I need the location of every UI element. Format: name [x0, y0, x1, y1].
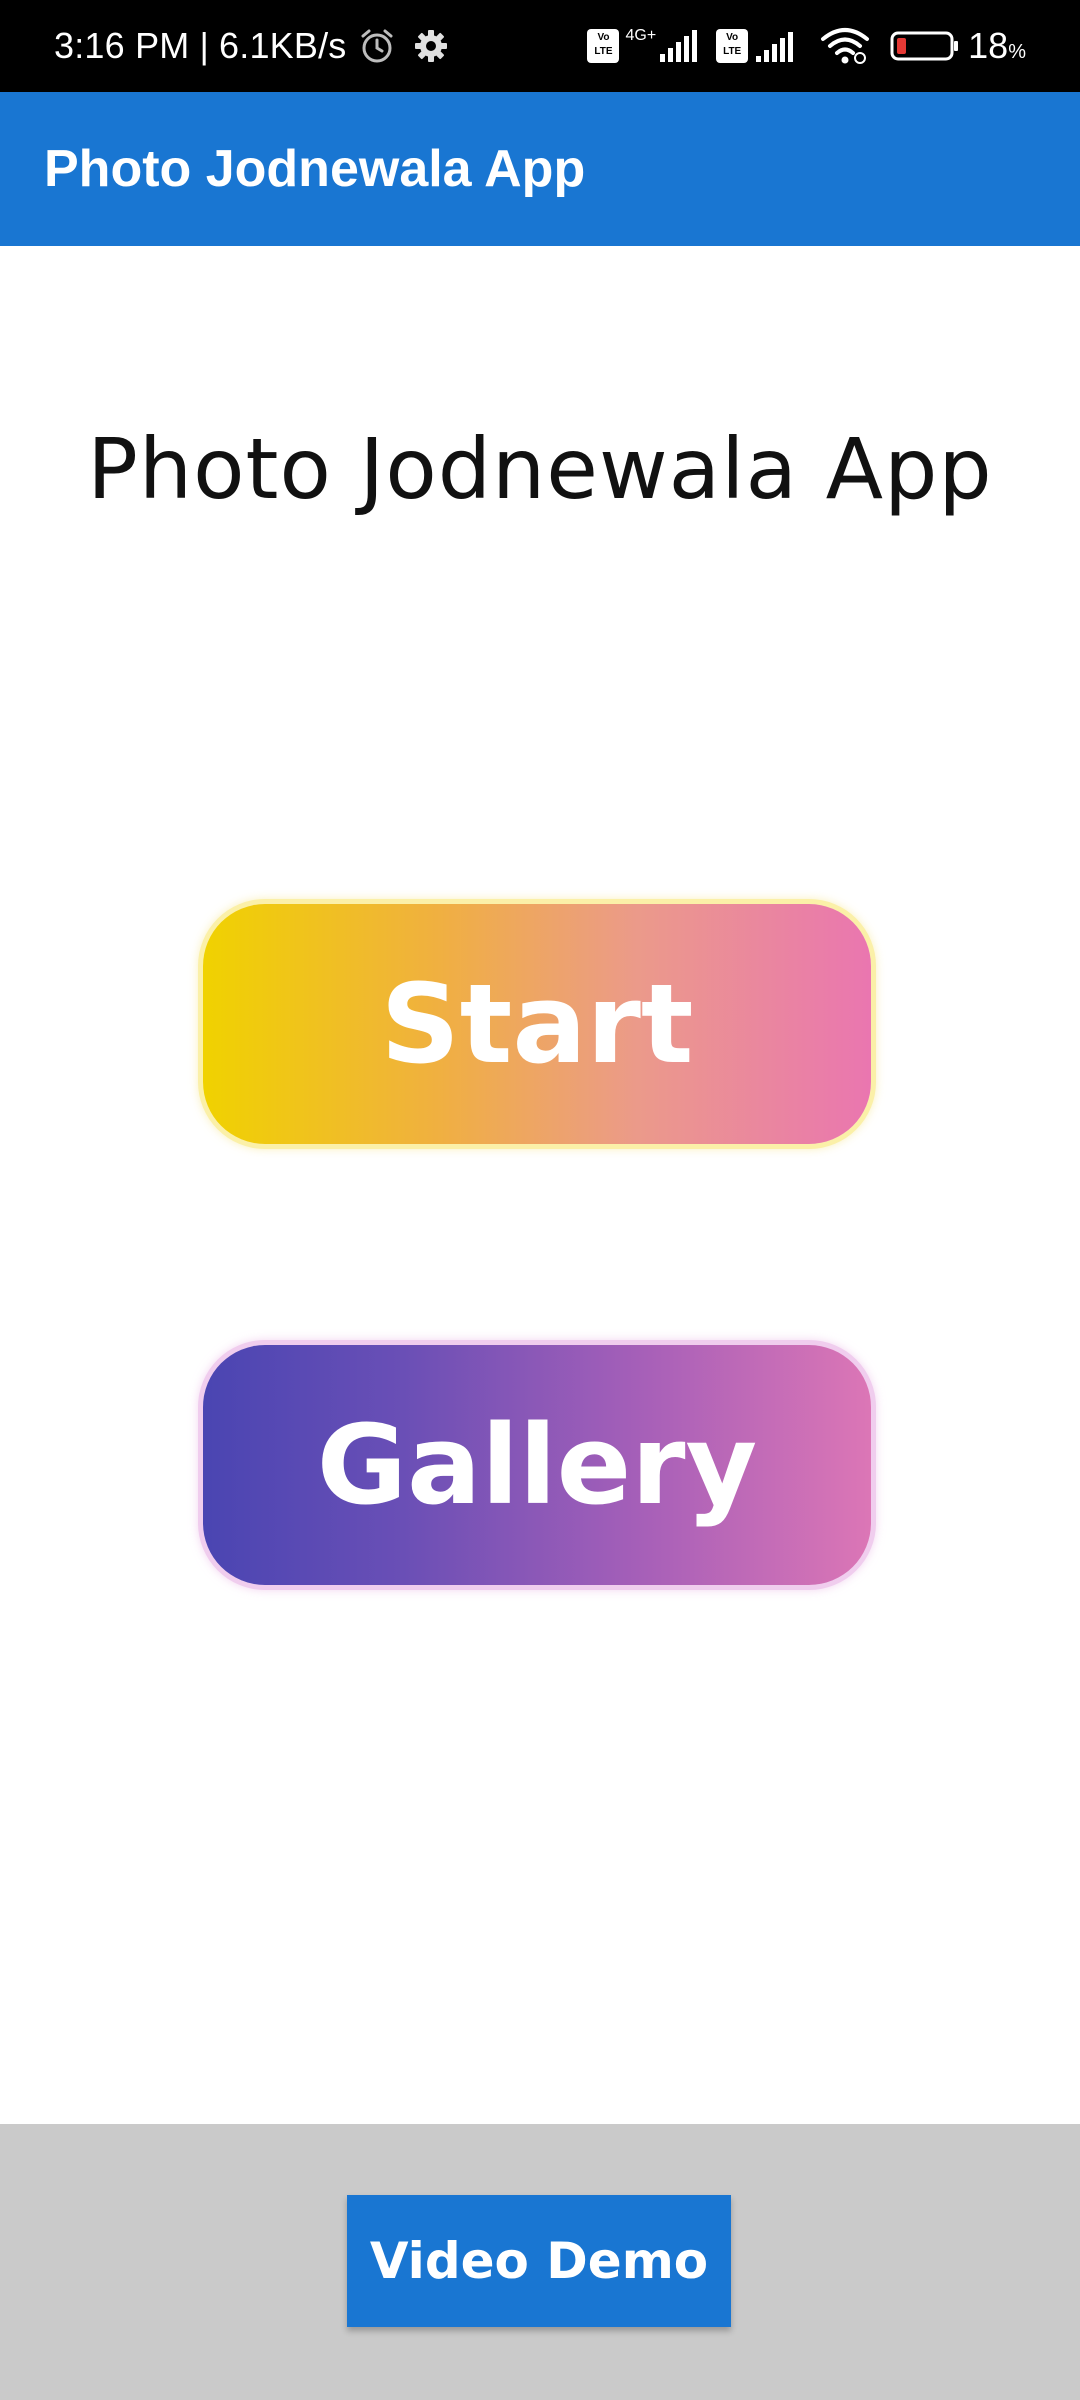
volte-badge-sim1: Vo LTE	[587, 29, 620, 63]
network-speed: 6.1KB/s	[219, 25, 347, 66]
video-demo-button[interactable]: Video Demo	[347, 2195, 731, 2327]
page-title: Photo Jodnewala App	[87, 420, 993, 518]
app-bar: Photo Jodnewala App	[0, 92, 1080, 246]
start-button[interactable]: Start	[203, 904, 871, 1144]
battery-percent: 18%	[968, 25, 1026, 67]
gear-icon	[411, 26, 451, 66]
app-bar-title: Photo Jodnewala App	[44, 140, 586, 198]
signal-icon-sim2	[754, 30, 802, 62]
wifi-icon	[820, 27, 870, 65]
status-separator: |	[199, 25, 210, 66]
battery-icon	[890, 30, 960, 62]
status-bar: 3:16 PM | 6.1KB/s Vo LTE 4G+ Vo LTE 18%	[0, 0, 1080, 92]
battery-percent-value: 18	[968, 25, 1009, 66]
battery-percent-unit: %	[1008, 41, 1026, 63]
network-type: 4G+	[625, 27, 657, 44]
alarm-icon	[357, 26, 397, 66]
volte-badge-sim2: Vo LTE	[716, 29, 749, 63]
gallery-button[interactable]: Gallery	[203, 1345, 871, 1585]
signal-icon-sim1	[658, 30, 698, 62]
status-time: 3:16 PM	[54, 25, 190, 66]
bottom-bar: Video Demo	[0, 2124, 1080, 2400]
status-right: Vo LTE 4G+ Vo LTE 18%	[587, 0, 1026, 92]
status-left: 3:16 PM | 6.1KB/s	[54, 0, 451, 92]
